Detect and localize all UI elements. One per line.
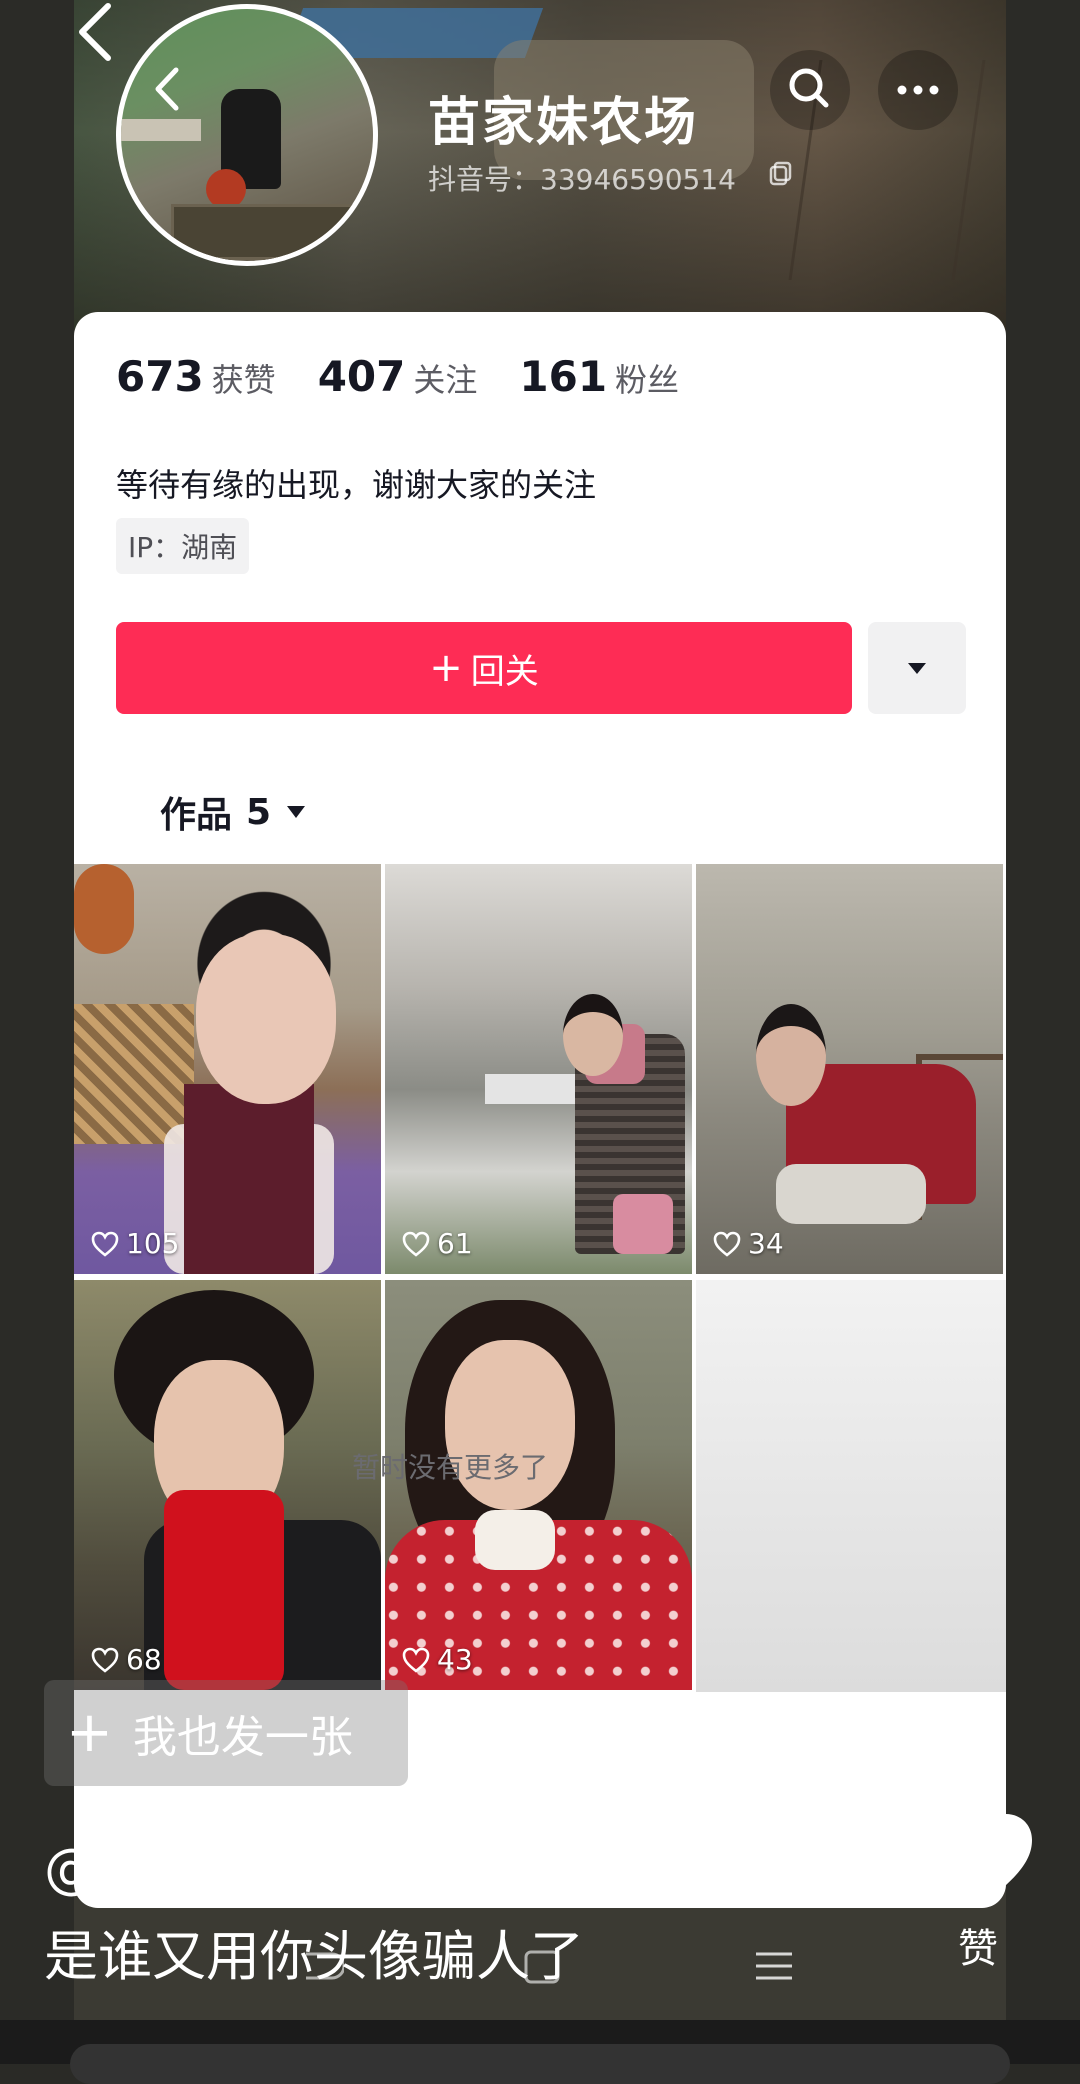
- dropdown-icon: [908, 663, 926, 674]
- profile-name: 苗家妹农场: [428, 93, 699, 153]
- tab-works[interactable]: 作品 5: [160, 786, 307, 838]
- heart-icon: [91, 1231, 119, 1257]
- nav-home-icon[interactable]: [518, 1944, 566, 1988]
- thumb-head: [756, 1004, 826, 1106]
- avatar-trough: [171, 204, 357, 260]
- stat-label: 粉丝: [615, 361, 680, 399]
- stat-label: 关注: [413, 361, 478, 399]
- video-thumbnail[interactable]: 34: [696, 864, 1003, 1274]
- like-count-value: 68: [126, 1643, 162, 1676]
- like-count-value: 61: [437, 1227, 473, 1260]
- no-more-content-text: 暂时没有更多了: [74, 1446, 1006, 1486]
- plus-icon: +: [66, 1700, 113, 1765]
- thumb-cage: [74, 1004, 194, 1144]
- post-button-label: 我也发一张: [132, 1712, 353, 1763]
- author-handle[interactable]: @诚实軍哥: [44, 1824, 314, 1903]
- works-count: 5: [246, 791, 272, 833]
- stat-value: 673: [116, 352, 204, 401]
- follow-back-button[interactable]: + 回关: [116, 622, 852, 714]
- profile-card: 673 获赞 407 关注 161 粉丝 等待有缘的出现，谢谢大家的关注 IP：…: [74, 312, 1006, 1908]
- thumb-rooster: [74, 864, 134, 954]
- like-count-value: 43: [437, 1643, 473, 1676]
- search-button[interactable]: [770, 50, 850, 130]
- thumb-scarf: [164, 1490, 284, 1690]
- works-tab-label: 作品: [160, 795, 233, 836]
- no-more-label: 暂时没有更多了: [351, 1451, 548, 1484]
- outer-background-right: [1006, 0, 1080, 2064]
- more-button[interactable]: [878, 50, 958, 130]
- stat-following[interactable]: 407 关注: [318, 352, 478, 401]
- more-icon: [897, 85, 939, 95]
- thumb-head: [563, 994, 623, 1076]
- post-one-too-button[interactable]: + 我也发一张: [44, 1680, 408, 1786]
- heart-icon: [402, 1647, 430, 1673]
- douyin-id: 抖音号：33946590514: [428, 163, 736, 196]
- bio-text: 等待有缘的出现，谢谢大家的关注: [116, 466, 597, 504]
- thumb-collar: [475, 1510, 555, 1570]
- heart-icon: [91, 1647, 119, 1673]
- chevron-down-icon: [287, 806, 306, 818]
- like-count: 61: [401, 1227, 473, 1260]
- outer-back-icon[interactable]: [74, 0, 124, 70]
- like-count: 105: [90, 1227, 179, 1260]
- search-icon: [789, 68, 829, 108]
- stat-label: 获赞: [211, 361, 276, 399]
- avatar[interactable]: [116, 4, 378, 266]
- stat-value: 161: [519, 352, 608, 401]
- thumb-collar: [184, 1084, 314, 1274]
- avatar-house: [121, 119, 201, 141]
- avatar-basin: [206, 169, 246, 209]
- like-label: 赞: [958, 1926, 998, 1972]
- bottom-bar: [0, 2020, 1080, 2084]
- like-count-value: 105: [126, 1227, 180, 1260]
- heart-icon: [713, 1231, 741, 1257]
- bottom-input-pill[interactable]: [70, 2044, 1010, 2084]
- heart-icon: [402, 1231, 430, 1257]
- like-count: 68: [90, 1643, 162, 1676]
- stat-likes[interactable]: 673 获赞: [116, 352, 276, 401]
- menu-icon[interactable]: [750, 1944, 798, 1988]
- video-thumbnail[interactable]: 105: [74, 864, 381, 1274]
- empty-grid-slot: [696, 1280, 1006, 1692]
- stat-followers[interactable]: 161 粉丝: [519, 352, 679, 401]
- like-heart-icon[interactable]: [922, 1808, 1038, 1912]
- follow-back-label: 回关: [470, 651, 539, 692]
- back-icon[interactable]: [148, 66, 188, 112]
- thumb-bag: [613, 1194, 673, 1254]
- stat-value: 407: [317, 352, 406, 401]
- like-count: 43: [401, 1643, 473, 1676]
- video-thumbnail[interactable]: 61: [385, 864, 692, 1274]
- thumb-face: [196, 934, 336, 1104]
- nav-back-icon[interactable]: [296, 1944, 344, 1988]
- thumb-sleeve: [776, 1164, 926, 1224]
- plus-icon: +: [429, 645, 463, 691]
- more-options-button[interactable]: [868, 622, 966, 714]
- ip-location-tag: IP：湖南: [116, 518, 250, 574]
- copy-icon[interactable]: [768, 160, 794, 186]
- like-count: 34: [712, 1227, 784, 1260]
- stats-row: 673 获赞 407 关注 161 粉丝: [116, 352, 679, 401]
- like-count-value: 34: [748, 1227, 784, 1260]
